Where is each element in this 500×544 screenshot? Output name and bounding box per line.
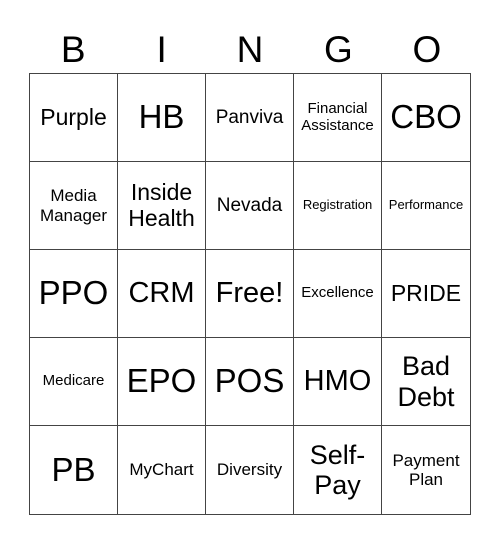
cell-label: Registration [302, 197, 373, 213]
bingo-cell[interactable]: Registration [294, 162, 382, 250]
header-letter-n: N [236, 29, 264, 70]
cell-label: Media Manager [39, 186, 108, 225]
bingo-cell[interactable]: HB [118, 74, 206, 162]
cell-label: PB [51, 450, 96, 488]
cell-label: Inside Health [128, 178, 195, 231]
bingo-cell[interactable]: PPO [30, 250, 118, 338]
bingo-cell[interactable]: Panviva [206, 74, 294, 162]
cell-label: Diversity [216, 460, 283, 480]
cell-label: MyChart [129, 460, 194, 480]
cell-label: EPO [126, 362, 197, 400]
cell-label: HMO [303, 365, 372, 398]
bingo-cell[interactable]: Payment Plan [382, 426, 470, 514]
cell-label: Self-Pay [309, 439, 366, 500]
free-space-cell[interactable]: Free! [206, 250, 294, 338]
bingo-card-grid: Purple HB Panviva Financial Assistance C… [29, 73, 471, 515]
header-letter-g: G [324, 29, 353, 70]
cell-label: Nevada [216, 194, 283, 216]
cell-label: Excellence [301, 284, 374, 302]
header-letter-i: I [156, 29, 167, 70]
bingo-cell[interactable]: CBO [382, 74, 470, 162]
bingo-cell[interactable]: MyChart [118, 426, 206, 514]
cell-label: CRM [128, 277, 195, 310]
bingo-cell[interactable]: Media Manager [30, 162, 118, 250]
bingo-cell[interactable]: Excellence [294, 250, 382, 338]
header-letter-b: B [60, 29, 86, 70]
cell-label: Panviva [215, 106, 284, 128]
cell-label: Medicare [42, 372, 105, 390]
bingo-cell[interactable]: HMO [294, 338, 382, 426]
bingo-cell[interactable]: PRIDE [382, 250, 470, 338]
bingo-cell[interactable]: Nevada [206, 162, 294, 250]
cell-label: HB [138, 98, 185, 136]
cell-label: Bad Debt [397, 351, 455, 412]
bingo-cell[interactable]: Diversity [206, 426, 294, 514]
cell-label: CBO [390, 98, 462, 136]
bingo-cell[interactable]: Performance [382, 162, 470, 250]
cell-label: PRIDE [390, 279, 462, 306]
cell-label: POS [214, 362, 285, 400]
bingo-cell[interactable]: PB [30, 426, 118, 514]
bingo-cell[interactable]: POS [206, 338, 294, 426]
bingo-cell[interactable]: Inside Health [118, 162, 206, 250]
bingo-cell[interactable]: Bad Debt [382, 338, 470, 426]
cell-label: Purple [40, 103, 107, 130]
cell-label: PPO [38, 274, 109, 312]
bingo-cell[interactable]: EPO [118, 338, 206, 426]
cell-label: Free! [215, 277, 284, 310]
bingo-cell[interactable]: Purple [30, 74, 118, 162]
bingo-cell[interactable]: Medicare [30, 338, 118, 426]
bingo-header: B I N G O [29, 28, 471, 72]
header-letter-o: O [412, 29, 442, 70]
bingo-cell[interactable]: Financial Assistance [294, 74, 382, 162]
bingo-cell[interactable]: CRM [118, 250, 206, 338]
bingo-cell[interactable]: Self-Pay [294, 426, 382, 514]
cell-label: Performance [388, 197, 464, 213]
cell-label: Financial Assistance [301, 99, 374, 134]
cell-label: Payment Plan [392, 450, 460, 489]
